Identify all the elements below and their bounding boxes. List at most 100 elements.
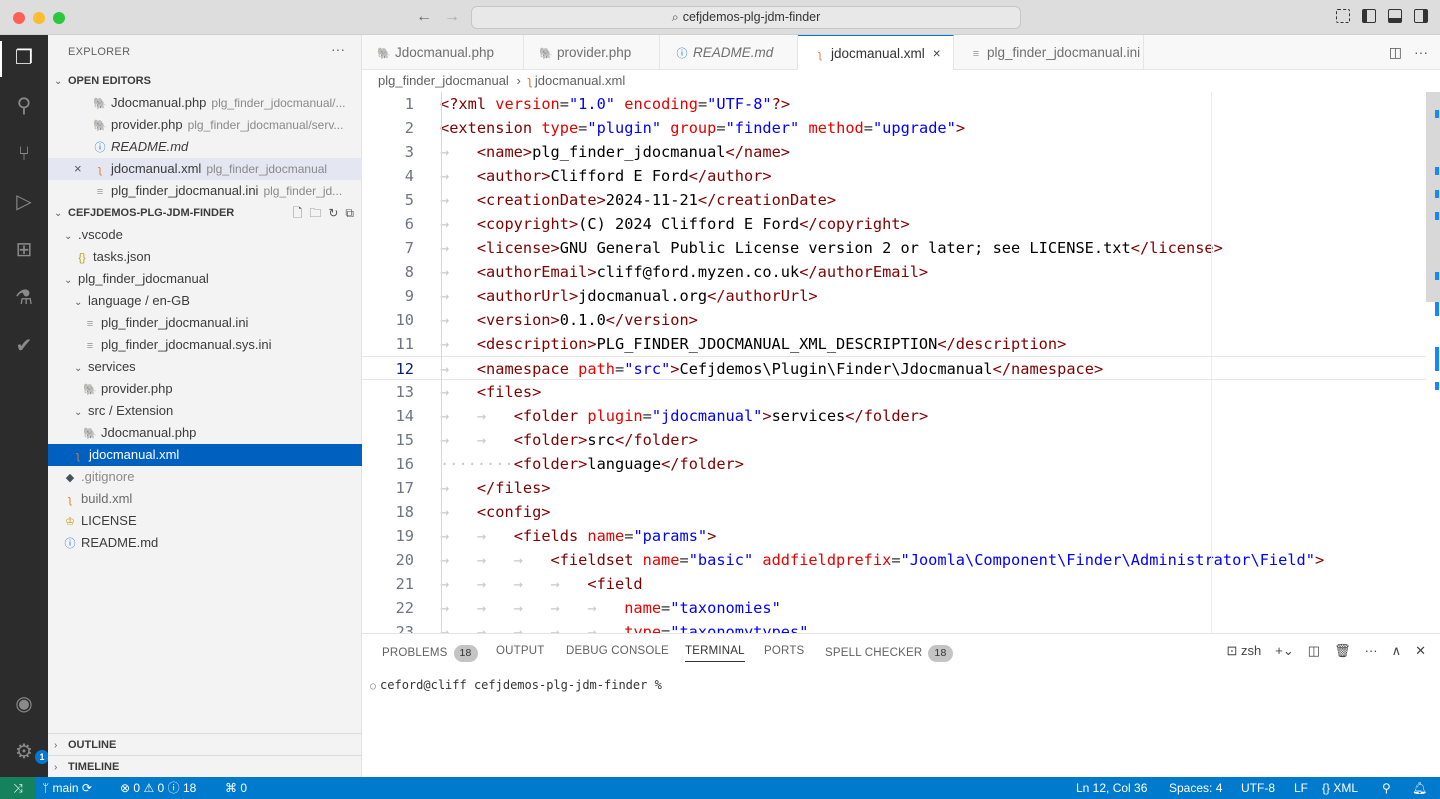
testing-icon[interactable]: ⚗ bbox=[10, 284, 38, 312]
manage-gear-icon[interactable]: ⚙ 1 bbox=[10, 738, 49, 766]
refresh-icon[interactable]: ↻ bbox=[328, 202, 338, 224]
warning-icon: ⚠ bbox=[143, 781, 155, 795]
breadcrumb-folder[interactable]: plg_finder_jdocmanual bbox=[378, 73, 509, 88]
open-editor-item[interactable]: ⓘ README.md bbox=[48, 136, 362, 158]
tab-jdocmanual-xml[interactable]: ʅ jdocmanual.xml × bbox=[798, 35, 954, 70]
code-line: → → → <fieldset name="basic" addfieldpre… bbox=[440, 551, 1325, 569]
open-editor-item-active[interactable]: × ʅ jdocmanual.xml plg_finder_jdocmanual bbox=[48, 158, 362, 180]
forward-arrow-icon[interactable]: → bbox=[444, 8, 460, 26]
terminal-output[interactable]: ○ ceford@cliff cefjdemos-plg-jdm-finder % bbox=[370, 678, 662, 692]
toggle-primary-sidebar-icon[interactable] bbox=[1362, 9, 1376, 23]
language-mode[interactable]: {} XML bbox=[1322, 777, 1358, 799]
line-number: 11 bbox=[395, 335, 414, 353]
notifications-bell-icon[interactable]: 🔔︎ bbox=[1412, 777, 1427, 799]
split-terminal-icon[interactable]: ◫ bbox=[1308, 643, 1320, 659]
open-editor-item[interactable]: ≡ plg_finder_jdocmanual.ini plg_finder_jd.… bbox=[48, 180, 362, 202]
encoding[interactable]: UTF-8 bbox=[1241, 777, 1275, 799]
ports-status[interactable]: ⌘ 0 bbox=[225, 777, 247, 799]
search-view-icon[interactable]: ⚲ bbox=[10, 92, 38, 120]
more-actions-icon[interactable]: ··· bbox=[1365, 643, 1378, 659]
timeline-header[interactable]: › TIMELINE bbox=[48, 755, 362, 777]
open-editor-item[interactable]: 🐘 Jdocmanual.php plg_finder_jdocmanual/... bbox=[48, 92, 362, 114]
tab-debug-console[interactable]: DEBUG CONSOLE bbox=[566, 645, 669, 657]
new-file-icon[interactable]: 🗋 bbox=[293, 202, 303, 224]
breadcrumb: plg_finder_jdocmanual › ʅ jdocmanual.xml bbox=[378, 73, 625, 88]
checklist-icon[interactable]: ✔ bbox=[10, 332, 38, 360]
active-indicator bbox=[0, 41, 2, 77]
minimize-window-button[interactable] bbox=[33, 12, 45, 24]
feedback-icon[interactable]: ⚲ bbox=[1382, 777, 1391, 799]
tree-file[interactable]: ◆ .gitignore bbox=[48, 466, 362, 488]
new-folder-icon[interactable]: 🗀 bbox=[309, 202, 321, 224]
tab-readme[interactable]: ⓘ README.md bbox=[660, 35, 798, 70]
tab-jdocmanual-php[interactable]: 🐘 Jdocmanual.php bbox=[362, 35, 524, 70]
tree-file[interactable]: ♔ LICENSE bbox=[48, 510, 362, 532]
collapse-all-icon[interactable]: ⧉ bbox=[345, 202, 354, 224]
maximize-window-button[interactable] bbox=[53, 12, 65, 24]
overview-ruler bbox=[1428, 92, 1440, 633]
customize-layout-icon[interactable] bbox=[1336, 9, 1350, 23]
line-number: 6 bbox=[404, 215, 414, 233]
explorer-icon[interactable]: ❐ bbox=[10, 44, 38, 72]
source-control-icon[interactable]: ⑂ bbox=[10, 140, 38, 168]
cursor-position[interactable]: Ln 12, Col 36 bbox=[1076, 777, 1147, 799]
tree-file[interactable]: ≡ plg_finder_jdocmanual.ini bbox=[48, 312, 362, 334]
close-icon[interactable]: × bbox=[74, 158, 92, 180]
tree-folder[interactable]: ⌄ .vscode bbox=[48, 224, 362, 246]
tree-file[interactable]: ⓘ README.md bbox=[48, 532, 362, 554]
tab-ini[interactable]: ≡ plg_finder_jdocmanual.ini bbox=[954, 35, 1144, 70]
line-number: 9 bbox=[404, 287, 414, 305]
tree-file[interactable]: ≡ plg_finder_jdocmanual.sys.ini bbox=[48, 334, 362, 356]
tree-folder[interactable]: ⌄ src / Extension bbox=[48, 400, 362, 422]
trash-icon[interactable]: 🗑 bbox=[1334, 643, 1351, 659]
project-header[interactable]: ⌄ CEFJDEMOS-PLG-JDM-FINDER 🗋 🗀 ↻ ⧉ bbox=[48, 202, 362, 224]
tab-output[interactable]: OUTPUT bbox=[496, 645, 544, 657]
line-number: 21 bbox=[395, 575, 414, 593]
tab-provider-php[interactable]: 🐘 provider.php bbox=[524, 35, 660, 70]
tree-file[interactable]: ʅ build.xml bbox=[48, 488, 362, 510]
tab-spell-checker[interactable]: SPELL CHECKER 18 bbox=[825, 645, 953, 662]
tab-terminal[interactable]: TERMINAL bbox=[685, 645, 745, 662]
breadcrumb-file[interactable]: jdocmanual.xml bbox=[535, 73, 625, 88]
branch-status[interactable]: ᛘ main ⟳ bbox=[42, 777, 92, 799]
tab-problems[interactable]: PROBLEMS 18 bbox=[382, 645, 478, 662]
close-tab-icon[interactable]: × bbox=[933, 46, 941, 61]
chevron-down-icon: ⌄ bbox=[74, 297, 83, 308]
problems-status[interactable]: ⊗ 0 ⚠ 0 ⓘ 18 bbox=[120, 777, 196, 799]
remote-indicator-icon[interactable]: ⤨ bbox=[0, 777, 36, 799]
maximize-panel-icon[interactable]: ∧ bbox=[1392, 643, 1402, 659]
extensions-icon[interactable]: ⊞ bbox=[10, 236, 38, 264]
open-editor-item[interactable]: 🐘 provider.php plg_finder_jdocmanual/serv.… bbox=[48, 114, 362, 136]
close-window-button[interactable] bbox=[13, 12, 25, 24]
code-editor[interactable]: 1 <?xml version="1.0" encoding="UTF-8"?> … bbox=[362, 92, 1440, 633]
close-panel-icon[interactable]: ✕ bbox=[1415, 643, 1426, 659]
outline-header[interactable]: › OUTLINE bbox=[48, 733, 362, 755]
toggle-secondary-sidebar-icon[interactable] bbox=[1414, 9, 1428, 23]
error-icon: ⊗ bbox=[120, 781, 131, 795]
line-number: 14 bbox=[395, 407, 414, 425]
tree-folder[interactable]: ⌄ language / en-GB bbox=[48, 290, 362, 312]
tab-ports[interactable]: PORTS bbox=[764, 645, 804, 657]
tree-file[interactable]: 🐘 Jdocmanual.php bbox=[48, 422, 362, 444]
tree-file[interactable]: {} tasks.json bbox=[48, 246, 362, 268]
rss-icon: ʅ bbox=[818, 49, 822, 61]
split-editor-icon[interactable]: ◫ bbox=[1389, 44, 1402, 61]
open-editors-header[interactable]: ⌄ OPEN EDITORS bbox=[48, 70, 362, 92]
tree-file-selected[interactable]: ʅ jdocmanual.xml bbox=[48, 444, 362, 466]
tree-folder[interactable]: ⌄ services bbox=[48, 356, 362, 378]
tree-folder[interactable]: ⌄ plg_finder_jdocmanual bbox=[48, 268, 362, 290]
toggle-panel-icon[interactable] bbox=[1388, 9, 1402, 23]
run-debug-icon[interactable]: ▷ bbox=[10, 188, 38, 216]
accounts-icon[interactable]: ◉ bbox=[10, 690, 38, 718]
braces-icon: {} bbox=[1322, 781, 1331, 795]
line-number: 1 bbox=[404, 95, 414, 113]
indentation[interactable]: Spaces: 4 bbox=[1169, 777, 1222, 799]
terminal-shell-selector[interactable]: ⊡ zsh bbox=[1227, 643, 1262, 659]
new-terminal-icon[interactable]: +⌄ bbox=[1275, 643, 1293, 659]
explorer-more-button[interactable]: ··· bbox=[331, 41, 345, 57]
command-center[interactable]: ⌕ cefjdemos-plg-jdm-finder bbox=[471, 6, 1021, 29]
more-actions-icon[interactable]: ··· bbox=[1414, 44, 1428, 61]
tree-file[interactable]: 🐘 provider.php bbox=[48, 378, 362, 400]
back-arrow-icon[interactable]: ← bbox=[416, 8, 432, 26]
line-ending[interactable]: LF bbox=[1294, 777, 1308, 799]
